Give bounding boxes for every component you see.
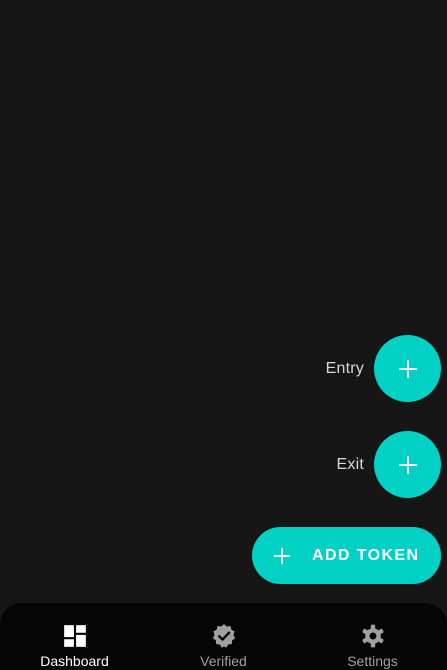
exit-button[interactable] [374, 431, 441, 498]
bottom-navigation: Dashboard Verified Settings [0, 603, 447, 670]
add-token-button[interactable]: ADD TOKEN [252, 527, 441, 584]
entry-button[interactable] [374, 335, 441, 402]
entry-fab-row: Entry [326, 335, 441, 402]
nav-label-dashboard: Dashboard [40, 653, 109, 669]
gear-icon [361, 624, 384, 648]
exit-label: Exit [336, 455, 364, 473]
exit-fab-row: Exit [337, 431, 441, 498]
entry-label: Entry [325, 359, 364, 377]
nav-label-verified: Verified [200, 653, 247, 669]
add-token-label: ADD TOKEN [312, 546, 420, 564]
app-screen: Entry Exit ADD TOKEN Dashboard Verified … [0, 0, 447, 670]
plus-icon [273, 547, 291, 564]
plus-icon [398, 359, 417, 378]
nav-item-settings[interactable]: Settings [298, 603, 447, 670]
nav-item-dashboard[interactable]: Dashboard [0, 603, 149, 670]
nav-item-verified[interactable]: Verified [149, 603, 298, 670]
plus-icon [398, 455, 417, 474]
dashboard-icon [63, 625, 86, 647]
nav-label-settings: Settings [347, 653, 398, 669]
verified-badge-icon [212, 624, 235, 648]
